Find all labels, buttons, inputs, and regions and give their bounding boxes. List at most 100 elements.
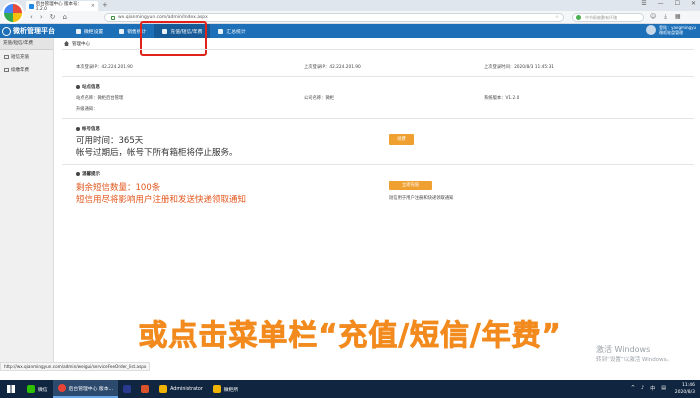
close-window-button[interactable]: ✕ <box>691 0 696 7</box>
tray-expand-icon[interactable]: ^ <box>631 385 635 392</box>
section-label: 帐号信息 <box>82 127 100 132</box>
taskbar-label: 微柜所 <box>223 387 239 393</box>
sms-remaining: 剩余短信数量：100条 <box>76 183 161 193</box>
menu-item-summary-stats[interactable]: 汇总统计 <box>210 24 253 38</box>
expire-note: 帐号过期后，帐号下所有箱柜将停止服务。 <box>76 148 238 158</box>
ime-icon[interactable]: 中 <box>650 385 655 392</box>
illustrator-icon <box>141 385 150 393</box>
browser-search-input[interactable]: 中节职被敷有坏瑰 <box>572 13 644 22</box>
start-button[interactable] <box>0 380 22 398</box>
recharge-now-button[interactable]: 立即充值 <box>389 181 432 190</box>
back-button[interactable]: ‹ <box>30 13 33 21</box>
fee-icon <box>4 67 9 72</box>
breadcrumb-label[interactable]: 管理中心 <box>72 41 90 47</box>
taskbar-label: 微信 <box>38 387 48 393</box>
home-button[interactable]: ⌂ <box>63 13 67 21</box>
browser-tab[interactable]: 后台管理中心 版本号：1.2.0 × <box>26 1 98 12</box>
section-label: 温馨提示 <box>82 172 100 177</box>
brand-logo-icon <box>2 26 11 36</box>
bookmark-star-icon[interactable]: ☆ <box>555 15 559 20</box>
tutorial-caption: 或点击菜单栏“充值/短信/年费” <box>138 318 562 353</box>
url-text: wx.qianmingyun.com/admin/Index.aspx <box>118 15 208 20</box>
wechat-icon <box>27 385 35 393</box>
notification-icon[interactable]: ▤ <box>661 385 666 392</box>
reload-button[interactable]: ↻ <box>50 13 56 21</box>
new-tab-button[interactable]: + <box>102 1 108 9</box>
tab-close-icon[interactable]: × <box>91 3 95 9</box>
menu-label: 汇总统计 <box>226 29 246 35</box>
taskbar-label: 后台管理中心 版本... <box>68 386 114 392</box>
sidebar-item-label: 短信充值 <box>11 54 29 60</box>
status-bar-url: http://wx.qianmingyun.com/admin/weigui/s… <box>0 362 151 371</box>
browser-logo-icon[interactable] <box>2 2 24 24</box>
folder-icon <box>212 385 221 393</box>
avatar <box>646 25 657 35</box>
download-icon[interactable]: ⤓ <box>664 13 667 21</box>
clock[interactable]: 11:46 2020/8/3 <box>675 382 695 396</box>
tab-title: 后台管理中心 版本号：1.2.0 <box>35 1 83 12</box>
user-role: 微柜轮盘管理 <box>659 30 684 35</box>
message-icon <box>4 54 9 59</box>
extensions-icon[interactable]: ▦ <box>675 13 681 21</box>
company-name: 公司名称：微柜 <box>304 96 335 101</box>
tab-favicon-icon <box>29 3 34 9</box>
activation-watermark-sub: 转到“设置”以激活 Windows。 <box>596 357 672 363</box>
forward-button[interactable]: › <box>40 13 43 21</box>
window-controls: ☰ — ☐ ✕ <box>641 0 696 7</box>
browser-icon <box>57 384 66 392</box>
available-time: 可用时间：365天 <box>76 136 144 146</box>
login-ip-this: 本次登录IP：42.224.201.90 <box>76 65 133 70</box>
user-text: 登陆：yangmingyu 微柜轮盘管理 <box>659 25 696 35</box>
minimize-button[interactable]: — <box>658 0 664 7</box>
brand: 微析管理平台 <box>2 26 55 36</box>
volume-icon[interactable]: ♪ <box>641 385 644 392</box>
main-content: 管理中心 <box>62 38 694 50</box>
sms-note: 短信用尽将影响用户注册和发送快递领取通知 <box>76 195 247 205</box>
menu-item-cabinet-settings[interactable]: 微柜设置 <box>68 24 111 38</box>
recharge-note: 短信用于用户注册和快递领取通知 <box>389 196 454 201</box>
user-info[interactable]: 登陆：yangmingyu 微柜轮盘管理 <box>646 25 696 35</box>
menu-icon[interactable]: ☰ <box>641 0 646 7</box>
taskbar-item-illustrator[interactable] <box>136 380 154 398</box>
home-icon <box>64 41 69 46</box>
section-label: 站点信息 <box>82 85 100 90</box>
maximize-button[interactable]: ☐ <box>675 0 680 7</box>
account-icon <box>76 127 80 131</box>
renew-button[interactable]: 续费 <box>389 134 414 145</box>
divider <box>62 76 694 77</box>
sidebar-item-label: 续缴年费 <box>11 67 29 73</box>
login-ip-last: 上次登录IP：42.224.201.90 <box>304 65 361 70</box>
taskbar: 微信 后台管理中心 版本... Administrator 微柜所 ^ ♪ 中 … <box>0 380 700 398</box>
sidebar-item-annual-fee[interactable]: 续缴年费 <box>0 63 53 76</box>
site-info-title: 站点信息 <box>76 84 100 90</box>
taskbar-item-folder[interactable]: 微柜所 <box>208 380 243 398</box>
lock-icon <box>111 15 115 20</box>
system-tray-icons: ^ ♪ 中 ▤ <box>631 385 666 392</box>
summary-icon <box>218 28 224 34</box>
brand-name: 微析管理平台 <box>13 26 55 35</box>
folder-icon <box>159 385 168 393</box>
photoshop-icon <box>123 385 132 393</box>
app-header: 微析管理平台 微柜设置 销售统计 充值/短信/年费 汇总统计 登陆：yangmi… <box>0 24 700 38</box>
user-icon[interactable]: ☺ <box>650 13 656 21</box>
sidebar-item-sms-recharge[interactable]: 短信充值 <box>0 50 53 63</box>
taskbar-item-wechat[interactable]: 微信 <box>22 380 53 398</box>
info-icon <box>76 85 80 89</box>
activation-watermark: 激活 Windows <box>596 345 651 354</box>
site-name: 站点名称：微柜后台管理 <box>76 96 124 101</box>
taskbar-item-photoshop[interactable] <box>118 380 136 398</box>
search-engine-icon <box>576 15 581 20</box>
account-info-title: 帐号信息 <box>76 126 100 132</box>
taskbar-item-browser[interactable]: 后台管理中心 版本... <box>52 380 119 398</box>
chart-icon <box>119 28 125 34</box>
toolbar-icons: ☺ ⤓ ▦ <box>650 13 681 21</box>
divider <box>62 118 694 119</box>
settings-icon <box>76 28 81 34</box>
browser-tab-bar: 后台管理中心 版本号：1.2.0 × + ☰ — ☐ ✕ <box>0 0 700 12</box>
upgrade-notice: 升级通知： <box>76 107 98 112</box>
nav-buttons: ‹ › ↻ ⌂ <box>30 13 67 21</box>
login-time-last: 上次登录时间：2020/8/3 11:45:31 <box>484 65 555 70</box>
sidebar-title: 充值/短信/年费 <box>0 38 53 50</box>
taskbar-item-administrator[interactable]: Administrator <box>154 380 208 398</box>
menu-label: 微柜设置 <box>84 29 104 35</box>
